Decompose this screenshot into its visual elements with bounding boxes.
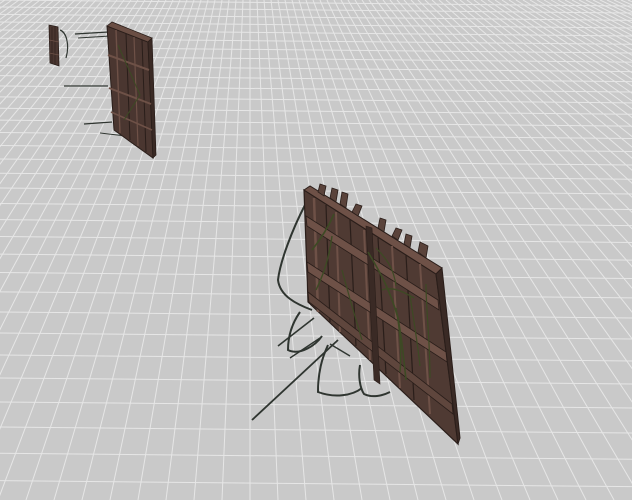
- scene-canvas[interactable]: [0, 0, 632, 500]
- 3d-viewport[interactable]: [0, 0, 632, 500]
